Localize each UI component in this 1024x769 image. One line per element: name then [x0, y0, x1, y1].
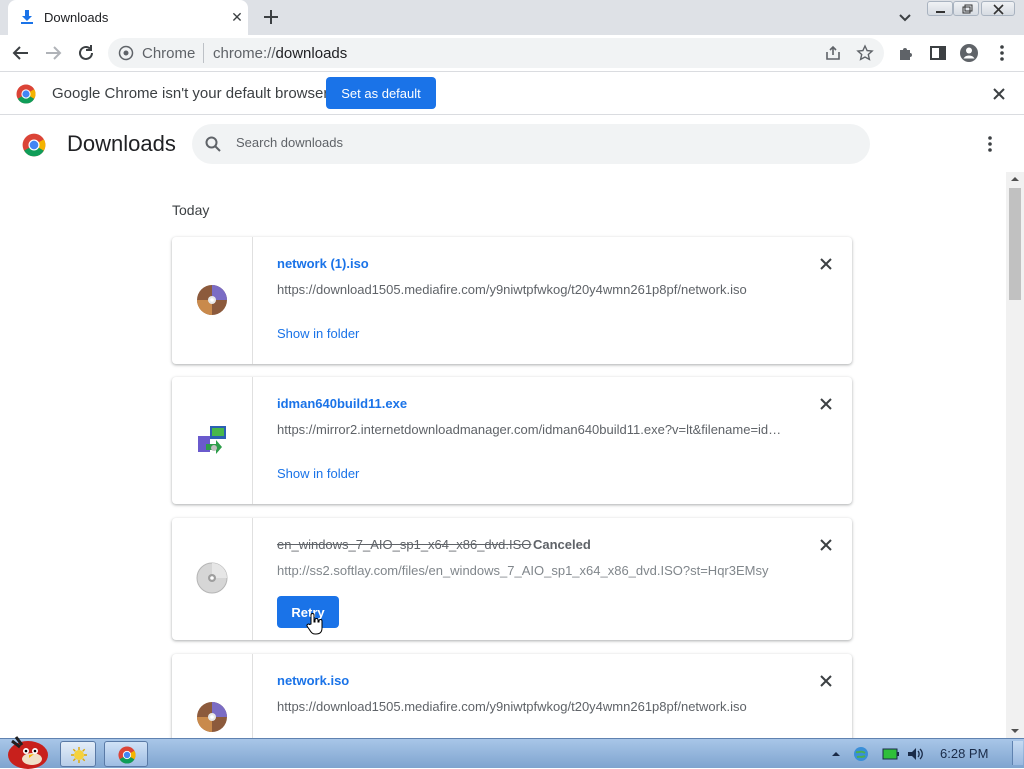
minimize-button[interactable] [927, 1, 953, 16]
sun-app-icon [71, 747, 87, 763]
file-icon-column [172, 237, 253, 364]
system-clock[interactable]: 6:28 PM [940, 746, 988, 761]
source-url[interactable]: https://download1505.mediafire.com/y9niw… [277, 699, 787, 714]
download-icon [21, 10, 33, 24]
download-item: network.iso https://download1505.mediafi… [172, 654, 852, 738]
disc-icon [197, 285, 227, 315]
download-item-canceled: en_windows_7_AIO_sp1_x64_x86_dvd.ISO Can… [172, 518, 852, 640]
file-name-link[interactable]: idman640build11.exe [277, 396, 407, 411]
battery-icon[interactable] [882, 747, 900, 761]
share-icon[interactable] [824, 44, 842, 62]
file-name-link[interactable]: network (1).iso [277, 256, 369, 271]
remove-from-list-icon[interactable] [817, 255, 835, 273]
omnibox-url[interactable]: chrome://downloads [213, 45, 347, 62]
chrome-logo-icon [22, 133, 46, 157]
show-desktop-button[interactable] [1012, 741, 1023, 765]
remove-from-list-icon[interactable] [817, 672, 835, 690]
file-icon-column [172, 518, 253, 640]
chrome-page-icon[interactable] [118, 45, 134, 61]
show-in-folder-link[interactable]: Show in folder [277, 466, 359, 481]
scroll-down-arrow-icon[interactable] [1006, 724, 1024, 738]
source-url[interactable]: https://mirror2.internetdownloadmanager.… [277, 422, 787, 437]
browser-menu-icon[interactable] [991, 42, 1013, 64]
file-name-link[interactable]: network.iso [277, 673, 349, 688]
address-bar[interactable]: Chrome chrome://downloads [108, 38, 884, 68]
file-icon-column [172, 377, 253, 504]
default-browser-infobar: Google Chrome isn't your default browser… [0, 71, 1024, 115]
bookmark-star-icon[interactable] [856, 44, 874, 62]
tab-strip: Downloads ✕ [0, 0, 1024, 35]
extensions-puzzle-icon[interactable] [895, 42, 917, 64]
scroll-up-arrow-icon[interactable] [1006, 172, 1024, 186]
tab-downloads[interactable]: Downloads ✕ [8, 0, 248, 35]
os-taskbar: 6:28 PM [0, 736, 1024, 769]
more-actions-icon[interactable] [980, 134, 1000, 154]
remove-from-list-icon[interactable] [817, 395, 835, 413]
file-icon-column [172, 654, 253, 738]
installer-icon [198, 426, 226, 454]
omnibox-divider [203, 43, 204, 63]
file-name: en_windows_7_AIO_sp1_x64_x86_dvd.ISO [277, 537, 532, 552]
date-section-header: Today [172, 202, 210, 218]
side-panel-icon[interactable] [927, 42, 949, 64]
source-url[interactable]: http://ss2.softlay.com/files/en_windows_… [277, 563, 787, 578]
forward-arrow-icon[interactable] [42, 42, 64, 64]
taskbar-chrome-button[interactable] [104, 741, 148, 767]
show-in-folder-link[interactable]: Show in folder [277, 326, 359, 341]
volume-speaker-icon[interactable] [906, 745, 924, 763]
url-path: downloads [275, 45, 348, 62]
source-url[interactable]: https://download1505.mediafire.com/y9niw… [277, 282, 787, 297]
network-globe-icon[interactable] [852, 745, 870, 763]
close-tab-icon[interactable]: ✕ [228, 8, 246, 26]
search-bar[interactable] [192, 124, 870, 164]
back-arrow-icon[interactable] [10, 42, 32, 64]
tab-title: Downloads [44, 10, 109, 25]
set-as-default-button[interactable]: Set as default [326, 77, 436, 109]
disc-icon [196, 562, 228, 594]
disc-icon [197, 702, 227, 732]
search-icon [205, 136, 221, 152]
page-title: Downloads [67, 131, 176, 156]
close-infobar-icon[interactable] [990, 85, 1008, 103]
browser-toolbar: Chrome chrome://downloads [0, 35, 1024, 71]
reload-icon[interactable] [75, 42, 97, 64]
profile-avatar-icon[interactable] [958, 42, 980, 64]
new-tab-icon[interactable] [260, 6, 282, 28]
scrollbar-thumb[interactable] [1009, 188, 1021, 300]
download-item: idman640build11.exe https://mirror2.inte… [172, 377, 852, 504]
infobar-message: Google Chrome isn't your default browser [52, 85, 329, 102]
chrome-logo-icon [16, 84, 36, 104]
omnibox-host-label: Chrome [142, 45, 196, 62]
remove-from-list-icon[interactable] [817, 536, 835, 554]
search-input[interactable] [236, 135, 836, 150]
start-button-bird-icon[interactable] [2, 731, 50, 769]
downloads-page: Downloads Today network (1).iso https://… [0, 116, 1024, 738]
chrome-logo-icon [118, 746, 136, 764]
download-item: network (1).iso https://download1505.med… [172, 237, 852, 364]
url-scheme: chrome:// [213, 45, 276, 62]
page-scrollbar[interactable] [1006, 172, 1024, 738]
chevron-down-icon[interactable] [896, 9, 914, 27]
download-status-label: Canceled [533, 537, 591, 552]
hand-cursor-icon [306, 613, 323, 635]
taskbar-app-button[interactable] [60, 741, 96, 767]
show-hidden-icons-arrow-icon[interactable] [830, 748, 842, 760]
restore-button[interactable] [953, 1, 979, 16]
window-close-button[interactable] [981, 1, 1015, 16]
